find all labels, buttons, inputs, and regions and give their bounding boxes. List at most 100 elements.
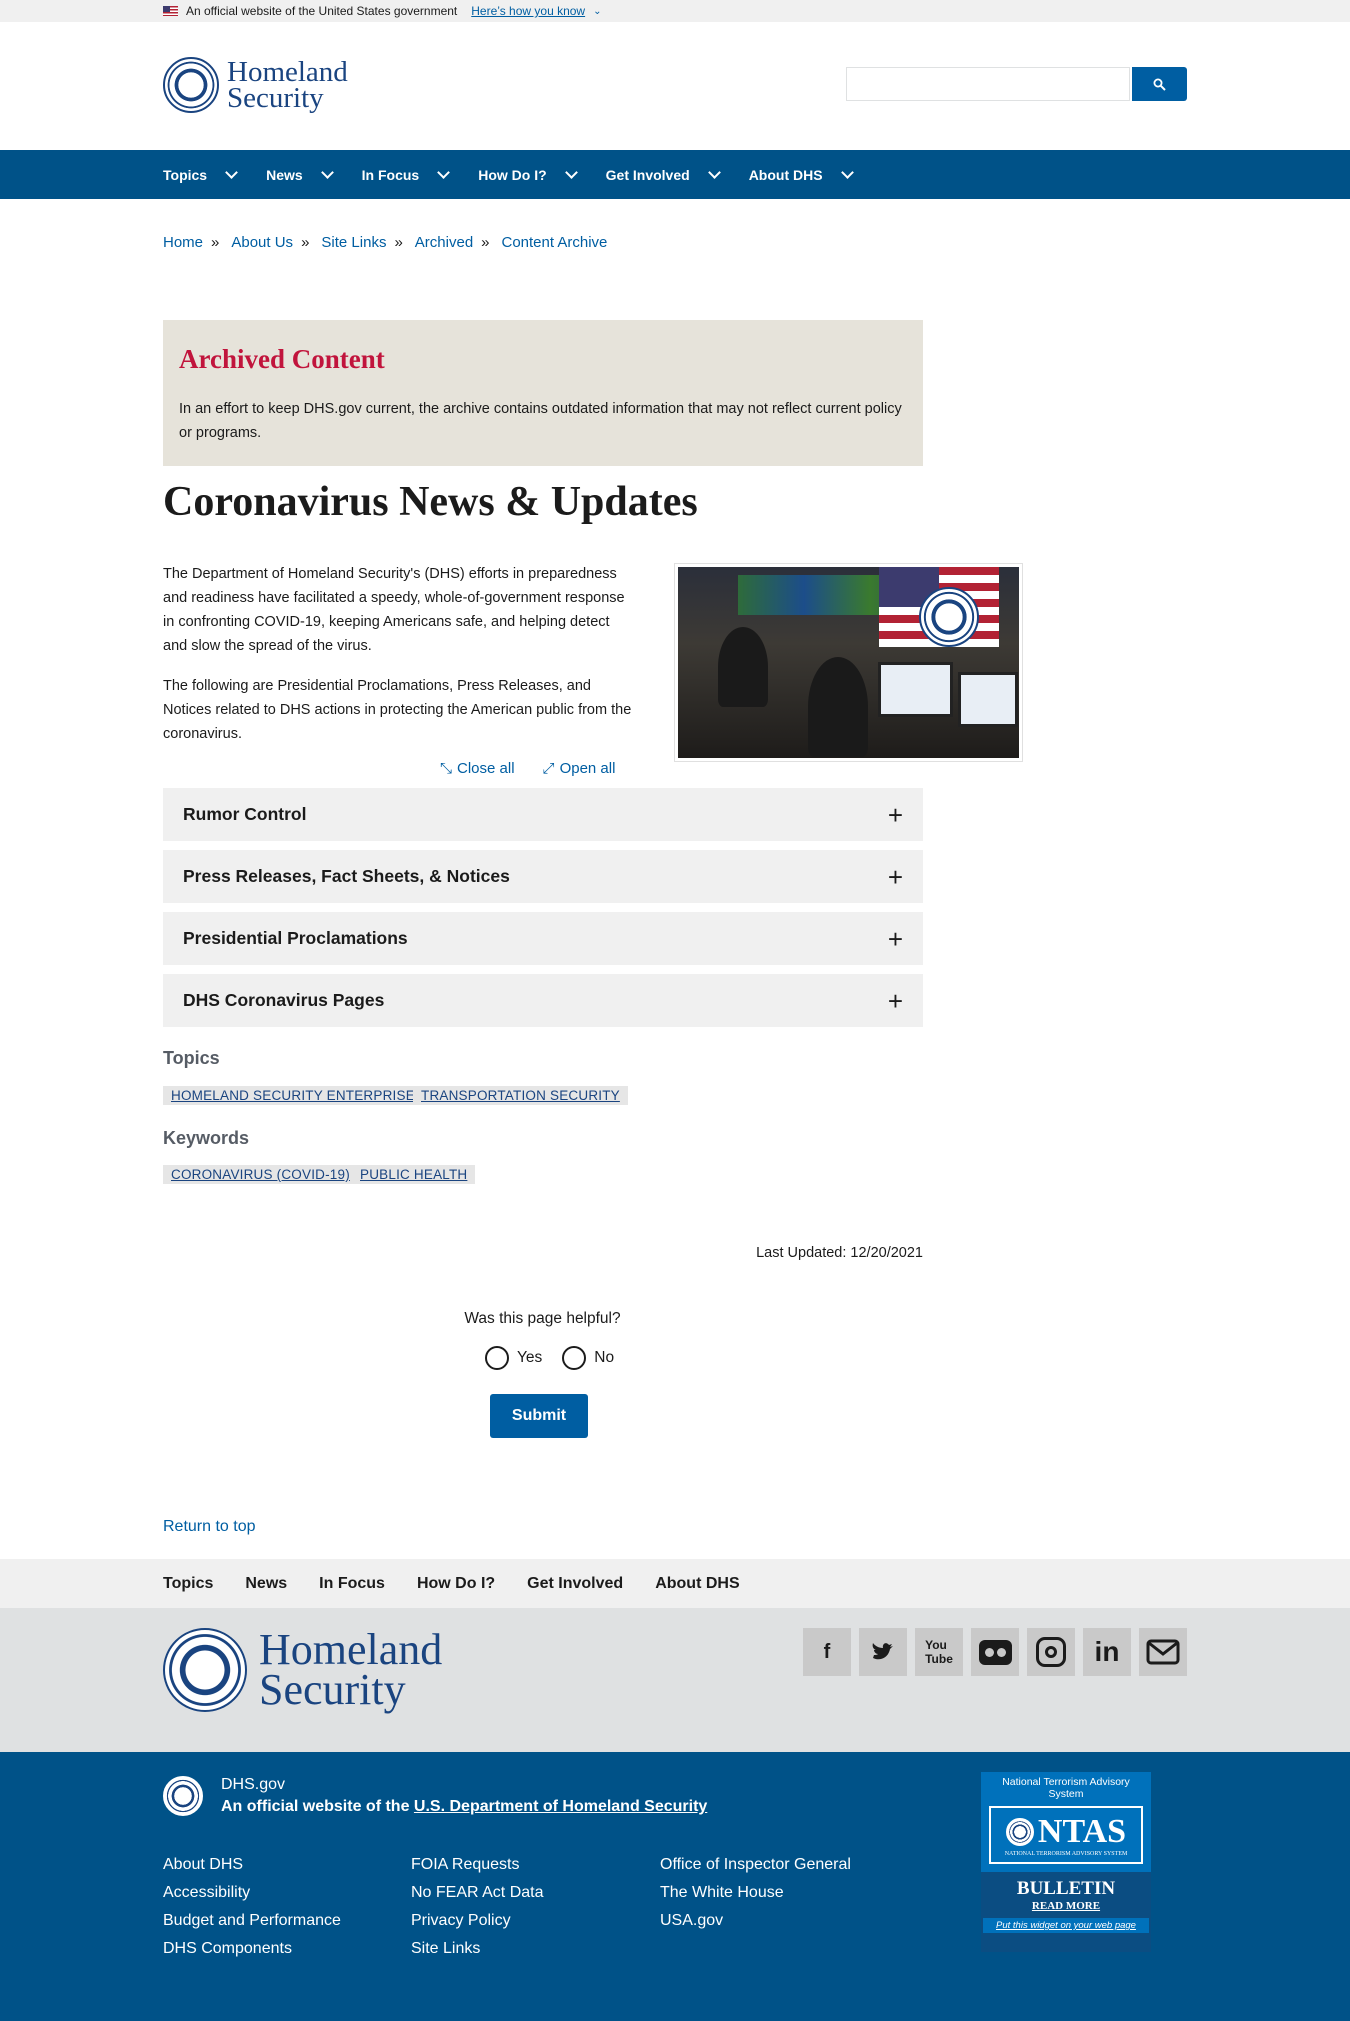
nav-topics[interactable]: Topics [163, 165, 238, 183]
dhs-seal-icon [163, 1628, 247, 1712]
search-button[interactable] [1132, 67, 1187, 101]
nav-label: News [266, 166, 303, 183]
footer-nav-get-involved[interactable]: Get Involved [527, 1575, 623, 1593]
logo-wordmark: Homeland Security [227, 57, 348, 114]
dhs-seal-icon [919, 587, 979, 647]
nav-label: Topics [163, 166, 208, 183]
heres-how-you-know-link[interactable]: Here’s how you know [471, 4, 585, 18]
ntas-header: National Terrorism Advisory System NTAS … [981, 1772, 1151, 1872]
accordion-label: Presidential Proclamations [183, 928, 408, 948]
no-radio[interactable] [562, 1346, 587, 1370]
breadcrumb-separator: » [301, 234, 310, 251]
youtube-icon[interactable]: You Tube [915, 1628, 963, 1676]
operations-center-photo [674, 563, 1023, 762]
accordion-label: DHS Coronavirus Pages [183, 990, 385, 1010]
keyword-tag[interactable]: CORONAVIRUS (COVID-19) [163, 1165, 358, 1184]
search-input[interactable] [846, 67, 1130, 101]
breadcrumb-separator: » [481, 234, 490, 251]
breadcrumb-site-links[interactable]: Site Links [321, 234, 386, 251]
logo-line2: Security [227, 82, 324, 114]
yes-label: Yes [517, 1349, 543, 1366]
email-icon[interactable] [1139, 1628, 1187, 1676]
helpful-options: Yes No [485, 1346, 614, 1370]
footer-link[interactable]: Office of Inspector General [660, 1856, 851, 1874]
footer-dhs-logo[interactable]: Homeland Security [163, 1628, 442, 1712]
facebook-icon[interactable]: f [803, 1628, 851, 1676]
nav-get-involved[interactable]: Get Involved [605, 165, 721, 183]
plus-icon: + [887, 799, 903, 830]
official-prefix: An official website of the [221, 1798, 410, 1815]
accordion-press-releases[interactable]: Press Releases, Fact Sheets, & Notices + [163, 850, 923, 903]
footer-link[interactable]: FOIA Requests [411, 1856, 544, 1874]
breadcrumb-archived[interactable]: Archived [415, 234, 473, 251]
dhs-seal-icon [163, 57, 219, 113]
us-flag-icon [163, 6, 178, 16]
linkedin-icon[interactable]: in [1083, 1628, 1131, 1676]
last-updated: Last Updated: 12/20/2021 [756, 1245, 923, 1261]
ntas-widget-link[interactable]: Put this widget on your web page [983, 1918, 1149, 1933]
submit-button[interactable]: Submit [490, 1394, 588, 1438]
chevron-down-icon [320, 165, 334, 179]
footer-link[interactable]: The White House [660, 1884, 851, 1902]
person-silhouette [808, 657, 868, 757]
envelope-shape [1146, 1639, 1180, 1665]
footer-nav-about-dhs[interactable]: About DHS [655, 1575, 739, 1593]
footer-link[interactable]: Budget and Performance [163, 1912, 341, 1930]
footer-link[interactable]: DHS Components [163, 1940, 341, 1958]
footer-link[interactable]: Privacy Policy [411, 1912, 544, 1930]
breadcrumb-about-us[interactable]: About Us [231, 234, 293, 251]
twitter-bird-shape [872, 1643, 893, 1660]
accordion-label: Press Releases, Fact Sheets, & Notices [183, 866, 510, 886]
return-to-top-link[interactable]: Return to top [163, 1518, 256, 1536]
social-links: f You Tube in [803, 1628, 1187, 1676]
footer-middle: Homeland Security f You Tube in [0, 1608, 1350, 1752]
nav-about-dhs[interactable]: About DHS [749, 165, 854, 183]
ntas-logo: NTAS NATIONAL TERRORISM ADVISORY SYSTEM [989, 1806, 1143, 1864]
ntas-read-more[interactable]: READ MORE [981, 1900, 1151, 1912]
dhs-logo[interactable]: Homeland Security [163, 57, 348, 113]
footer-link[interactable]: Site Links [411, 1940, 544, 1958]
search-icon [1153, 78, 1166, 91]
dhs-official-link[interactable]: U.S. Department of Homeland Security [414, 1798, 707, 1815]
ntas-widget[interactable]: National Terrorism Advisory System NTAS … [981, 1772, 1151, 1952]
yes-radio[interactable] [485, 1346, 509, 1370]
chevron-down-icon [840, 165, 854, 179]
breadcrumb-home[interactable]: Home [163, 234, 203, 251]
photo-image [678, 567, 1019, 758]
footer-bottom: DHS.gov An official website of the U.S. … [0, 1752, 1350, 2021]
footer-link[interactable]: About DHS [163, 1856, 341, 1874]
footer-nav-topics[interactable]: Topics [163, 1575, 213, 1593]
nav-news[interactable]: News [266, 165, 334, 183]
chevron-down-icon [707, 165, 721, 179]
gov-banner-text: An official website of the United States… [186, 4, 458, 18]
accordion-label: Rumor Control [183, 804, 307, 824]
nav-in-focus[interactable]: In Focus [362, 165, 451, 183]
breadcrumb-content-archive[interactable]: Content Archive [502, 234, 608, 251]
ntas-subtitle: NATIONAL TERRORISM ADVISORY SYSTEM [1004, 1851, 1128, 1857]
accordion-rumor-control[interactable]: Rumor Control + [163, 788, 923, 841]
open-all-label: Open all [559, 760, 616, 777]
footer-nav-news[interactable]: News [245, 1575, 287, 1593]
nav-how-do-i[interactable]: How Do I? [478, 165, 578, 183]
footer-column-2: FOIA Requests No FEAR Act Data Privacy P… [411, 1856, 544, 1958]
topic-tag[interactable]: TRANSPORTATION SECURITY [413, 1086, 628, 1105]
footer-link[interactable]: No FEAR Act Data [411, 1884, 544, 1902]
topic-tag[interactable]: HOMELAND SECURITY ENTERPRISE [163, 1086, 423, 1105]
keyword-tag[interactable]: PUBLIC HEALTH [352, 1165, 476, 1184]
accordion-presidential-proclamations[interactable]: Presidential Proclamations + [163, 912, 923, 965]
accordion-dhs-coronavirus-pages[interactable]: DHS Coronavirus Pages + [163, 974, 923, 1027]
footer-link[interactable]: Accessibility [163, 1884, 341, 1902]
open-all-button[interactable]: ⤢ Open all [543, 760, 616, 777]
chevron-down-icon[interactable]: ⌄ [593, 6, 601, 17]
footer-link[interactable]: USA.gov [660, 1912, 851, 1930]
twitter-icon[interactable] [859, 1628, 907, 1676]
close-all-label: Close all [457, 760, 515, 777]
plus-icon: + [887, 861, 903, 892]
close-all-button[interactable]: ⤡ Close all [440, 760, 515, 777]
instagram-icon[interactable] [1027, 1628, 1075, 1676]
flickr-icon[interactable] [971, 1628, 1019, 1676]
footer-nav-in-focus[interactable]: In Focus [319, 1575, 385, 1593]
footer-nav-how-do-i[interactable]: How Do I? [417, 1575, 495, 1593]
archived-text: In an effort to keep DHS.gov current, th… [179, 401, 902, 441]
nav-label: Get Involved [605, 166, 690, 183]
